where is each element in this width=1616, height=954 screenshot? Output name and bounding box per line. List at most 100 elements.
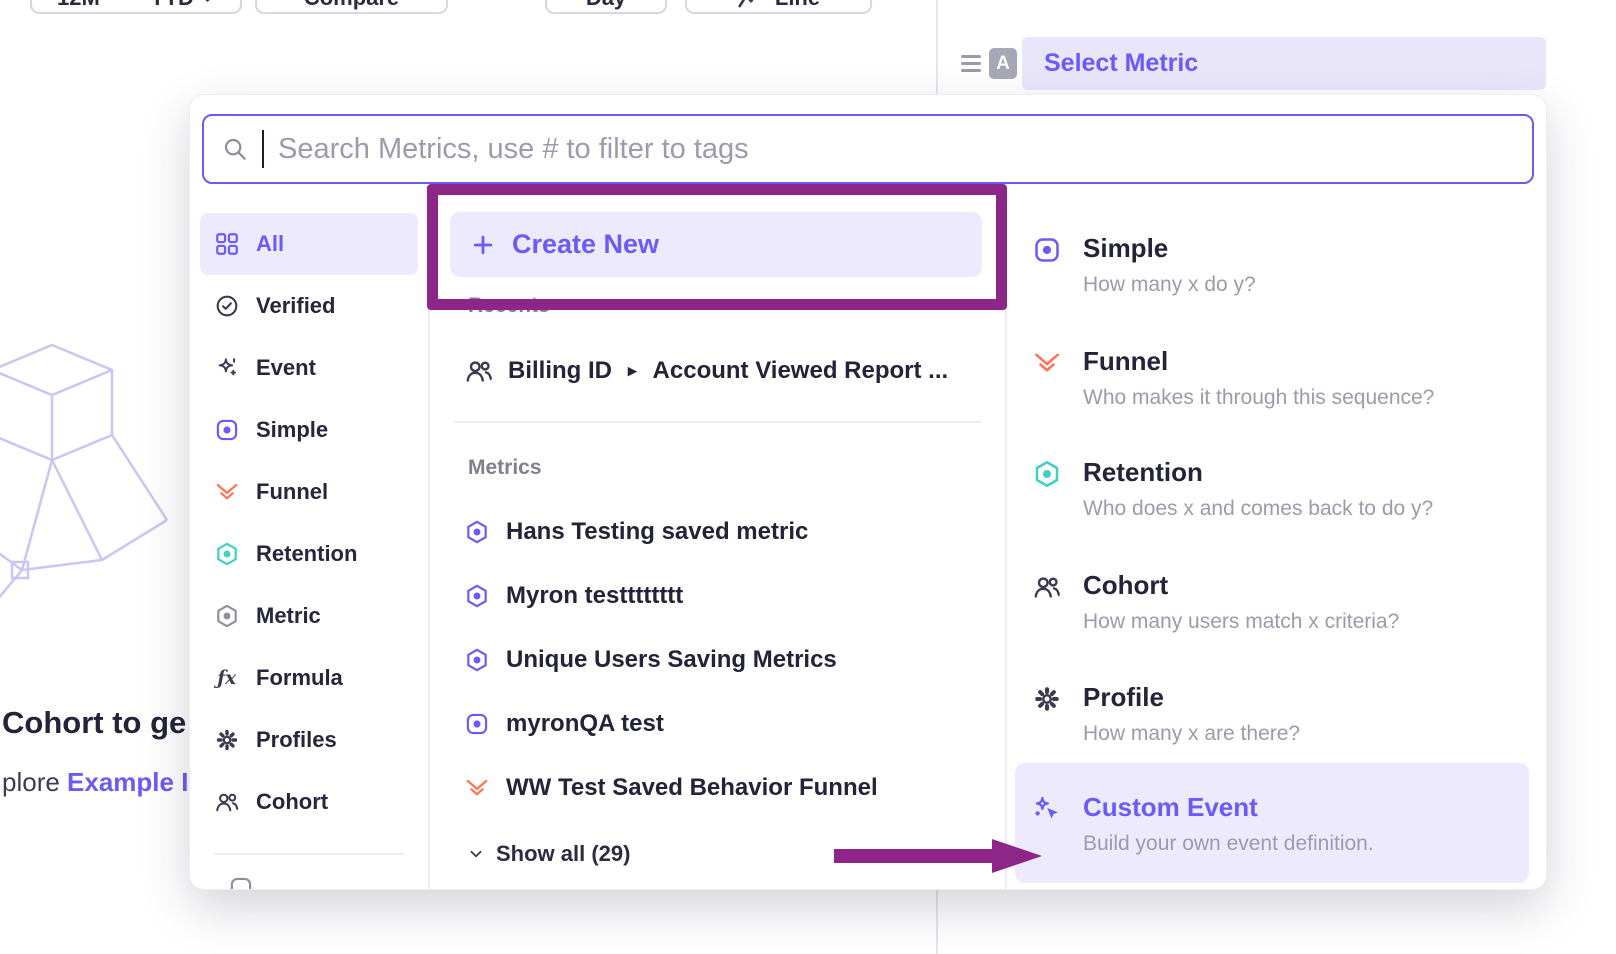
sidebar-item-event[interactable]: Event (200, 337, 418, 399)
sidebar-item-profiles[interactable]: Profiles (200, 709, 418, 771)
chevron-down-icon (200, 0, 215, 7)
metric-type-title: Profile (1083, 682, 1300, 712)
compare-label: Compare (304, 0, 399, 11)
show-all-label: Show all (29) (496, 841, 630, 867)
people-icon (464, 356, 494, 386)
sidebar-item-funnel[interactable]: Funnel (200, 461, 418, 523)
select-metric-button[interactable]: Select Metric (1022, 37, 1546, 90)
saved-metric-label: Unique Users Saving Metrics (506, 646, 837, 674)
metric-type-description: How many users match x criteria? (1083, 610, 1399, 634)
retention-icon (214, 541, 240, 567)
saved-metric-label: WW Test Saved Behavior Funnel (506, 774, 878, 802)
saved-metric-item[interactable]: myronQA test (464, 699, 664, 749)
sidebar-item-simple[interactable]: Simple (200, 399, 418, 461)
create-new-label: Create New (512, 229, 659, 260)
metric-type-retention[interactable]: Retention Who does x and comes back to d… (1032, 457, 1532, 521)
flower-profile-icon (1032, 684, 1062, 714)
hexagon-metric-icon (214, 603, 240, 629)
saved-metric-label: Hans Testing saved metric (506, 518, 808, 546)
recents-header: Recents (468, 294, 550, 318)
cut-off-category-icon (228, 875, 254, 889)
metric-type-title: Custom Event (1083, 792, 1374, 822)
saved-metric-item[interactable]: Hans Testing saved metric (464, 507, 808, 557)
divider (214, 853, 404, 855)
search-input[interactable] (278, 133, 1514, 166)
metric-type-cohort[interactable]: Cohort How many users match x criteria? (1032, 570, 1532, 634)
sidebar-item-metric[interactable]: Metric (200, 585, 418, 647)
simple-metric-icon (464, 711, 490, 737)
search-box (202, 114, 1534, 184)
sidebar-item-label: All (256, 231, 284, 257)
compare-button[interactable]: Compare (255, 0, 448, 14)
plus-icon (470, 232, 496, 258)
range-12m-button[interactable]: 12M (57, 0, 100, 11)
hexagon-metric-icon (464, 583, 490, 609)
metric-type-title: Simple (1083, 233, 1256, 263)
saved-metric-label: Myron testttttttt (506, 582, 683, 610)
formula-icon (214, 665, 240, 691)
sidebar-item-label: Verified (256, 293, 335, 319)
metric-type-description: How many x do y? (1083, 273, 1256, 297)
select-metric-label: Select Metric (1044, 49, 1198, 78)
range-ytd-button[interactable]: YTD (150, 0, 215, 11)
example-link[interactable]: Example I (67, 767, 188, 797)
sidebar-item-verified[interactable]: Verified (200, 275, 418, 337)
metrics-header: Metrics (468, 456, 542, 480)
column-divider (1005, 213, 1007, 889)
sidebar-item-label: Formula (256, 665, 343, 691)
sidebar-item-label: Profiles (256, 727, 337, 753)
funnel-icon (1032, 348, 1062, 378)
people-icon (1032, 572, 1062, 602)
sidebar-item-label: Simple (256, 417, 328, 443)
people-icon (214, 789, 240, 815)
empty-state-subline: plore Example I (2, 767, 188, 798)
sidebar-item-cohort[interactable]: Cohort (200, 771, 418, 833)
sidebar-item-label: Cohort (256, 789, 328, 815)
simple-metric-icon (1032, 235, 1062, 265)
saved-metric-item[interactable]: WW Test Saved Behavior Funnel (464, 763, 878, 813)
custom-event-icon (1032, 794, 1062, 824)
chevron-down-icon (466, 844, 486, 864)
granularity-label: Day (586, 0, 626, 11)
drag-handle[interactable] (961, 55, 981, 72)
recent-item[interactable]: Billing ID ▸ Account Viewed Report ... (464, 345, 948, 397)
saved-metric-item[interactable]: Myron testttttttt (464, 571, 683, 621)
metric-type-simple[interactable]: Simple How many x do y? (1032, 233, 1532, 297)
metric-picker-modal: All Verified Event Simple Funnel Retenti… (190, 95, 1546, 889)
sidebar-item-all[interactable]: All (200, 213, 418, 275)
create-new-button[interactable]: Create New (450, 212, 982, 277)
series-badge: A (989, 48, 1017, 79)
metric-type-funnel[interactable]: Funnel Who makes it through this sequenc… (1032, 346, 1532, 410)
empty-state-illustration (0, 330, 202, 660)
subline-text: plore (2, 767, 67, 797)
metric-type-title: Funnel (1083, 346, 1434, 376)
sidebar-item-label: Metric (256, 603, 321, 629)
flower-profile-icon (214, 727, 240, 753)
metric-type-title: Cohort (1083, 570, 1399, 600)
sidebar-item-label: Event (256, 355, 316, 381)
retention-icon (1032, 459, 1062, 489)
breadcrumb-arrow-icon: ▸ (628, 361, 637, 381)
metric-type-profile[interactable]: Profile How many x are there? (1032, 682, 1532, 746)
chart-type-button[interactable]: Line (685, 0, 872, 14)
metric-type-title: Retention (1083, 457, 1433, 487)
granularity-button[interactable]: Day (545, 0, 667, 14)
show-all-button[interactable]: Show all (29) (466, 839, 630, 869)
search-icon (222, 136, 248, 162)
hexagon-metric-icon (464, 519, 490, 545)
simple-metric-icon (214, 417, 240, 443)
hexagon-metric-icon (464, 647, 490, 673)
metric-type-description: Who does x and comes back to do y? (1083, 497, 1433, 521)
metric-type-custom-event[interactable]: Custom Event Build your own event defini… (1015, 763, 1529, 883)
screen: 12M YTD Compare Day Line A Select Metric… (0, 0, 1616, 954)
recent-item-prefix: Billing ID (508, 357, 612, 385)
metric-type-description: Who makes it through this sequence? (1083, 386, 1434, 410)
recent-item-suffix: Account Viewed Report ... (653, 357, 949, 385)
saved-metric-item[interactable]: Unique Users Saving Metrics (464, 635, 837, 685)
sidebar-item-formula[interactable]: Formula (200, 647, 418, 709)
sidebar-item-retention[interactable]: Retention (200, 523, 418, 585)
date-range-control[interactable]: 12M YTD (30, 0, 242, 14)
sidebar-item-label: Funnel (256, 479, 328, 505)
funnel-icon (214, 479, 240, 505)
sidebar-item-label: Retention (256, 541, 357, 567)
